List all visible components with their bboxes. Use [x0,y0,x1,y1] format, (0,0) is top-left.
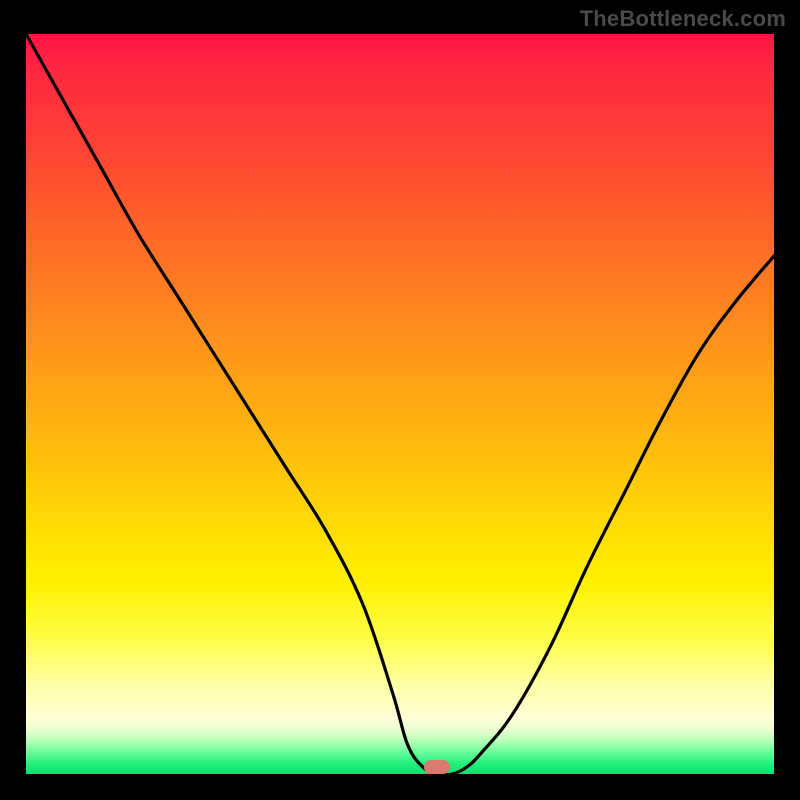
watermark-text: TheBottleneck.com [580,6,786,32]
optimum-marker [424,760,450,774]
chart-frame: TheBottleneck.com [0,0,800,800]
bottleneck-curve [26,34,774,774]
plot-area [26,34,774,774]
